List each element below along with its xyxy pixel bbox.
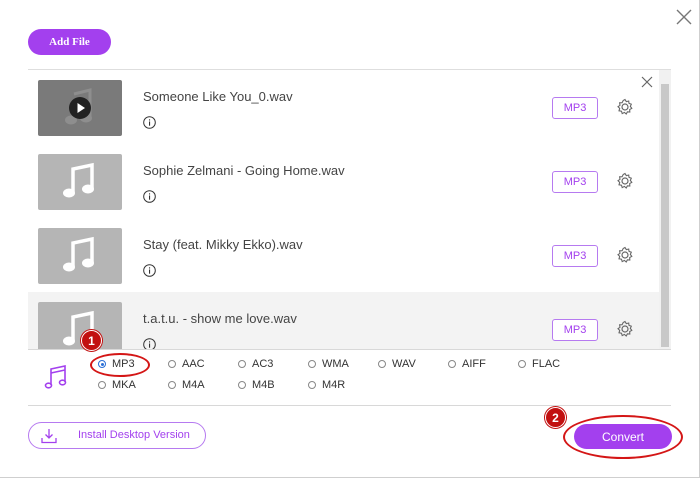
info-icon[interactable] <box>143 116 156 129</box>
output-format-button[interactable]: MP3 <box>552 245 598 267</box>
radio-button[interactable] <box>238 360 246 368</box>
file-row: Sophie Zelmani - Going Home.wav MP3 <box>28 144 659 219</box>
format-option-wma[interactable]: WMA <box>308 358 349 370</box>
format-option-wav[interactable]: WAV <box>378 358 416 370</box>
file-name: Sophie Zelmani - Going Home.wav <box>143 163 345 178</box>
format-option-m4a[interactable]: M4A <box>168 379 205 391</box>
output-format-button[interactable]: MP3 <box>552 319 598 341</box>
download-icon <box>41 429 57 444</box>
gear-icon[interactable] <box>616 246 634 264</box>
gear-icon[interactable] <box>616 320 634 338</box>
close-icon[interactable] <box>675 8 693 26</box>
info-icon[interactable] <box>143 190 156 203</box>
gear-icon[interactable] <box>616 172 634 190</box>
output-format-button[interactable]: MP3 <box>552 171 598 193</box>
radio-button[interactable] <box>238 381 246 389</box>
annotation-highlight <box>90 353 150 377</box>
format-option-flac[interactable]: FLAC <box>518 358 560 370</box>
format-option-m4r[interactable]: M4R <box>308 379 345 391</box>
music-note-icon <box>63 162 94 198</box>
annotation-highlight <box>563 415 683 459</box>
format-option-ac3[interactable]: AC3 <box>238 358 273 370</box>
radio-button[interactable] <box>308 381 316 389</box>
file-thumbnail <box>38 80 122 136</box>
install-label: Install Desktop Version <box>78 429 190 441</box>
close-icon[interactable] <box>641 76 653 88</box>
install-desktop-button[interactable]: Install Desktop Version <box>28 422 206 449</box>
format-option-aiff[interactable]: AIFF <box>448 358 486 370</box>
file-thumbnail <box>38 154 122 210</box>
format-option-mka[interactable]: MKA <box>98 379 136 391</box>
radio-button[interactable] <box>448 360 456 368</box>
radio-button[interactable] <box>518 360 526 368</box>
radio-button[interactable] <box>378 360 386 368</box>
info-icon[interactable] <box>143 264 156 277</box>
play-icon[interactable] <box>68 96 92 120</box>
music-note-icon <box>44 365 67 389</box>
annotation-step-badge: 2 <box>545 407 566 428</box>
file-name: Stay (feat. Mikky Ekko).wav <box>143 237 303 252</box>
file-thumbnail <box>38 302 122 350</box>
format-option-aac[interactable]: AAC <box>168 358 205 370</box>
file-row: Someone Like You_0.wav MP3 <box>28 70 659 145</box>
file-row: t.a.t.u. - show me love.wav MP3 <box>28 292 659 350</box>
file-name: Someone Like You_0.wav <box>143 89 293 104</box>
add-file-button[interactable]: Add File <box>28 29 111 55</box>
file-thumbnail <box>38 228 122 284</box>
format-option-m4b[interactable]: M4B <box>238 379 275 391</box>
radio-button[interactable] <box>168 360 176 368</box>
file-row: Stay (feat. Mikky Ekko).wav MP3 <box>28 218 659 293</box>
music-note-icon <box>63 310 94 346</box>
radio-button[interactable] <box>168 381 176 389</box>
annotation-step-badge: 1 <box>81 330 102 351</box>
gear-icon[interactable] <box>616 98 634 116</box>
scrollbar-thumb[interactable] <box>661 84 669 347</box>
output-format-button[interactable]: MP3 <box>552 97 598 119</box>
radio-button[interactable] <box>308 360 316 368</box>
radio-button[interactable] <box>98 381 106 389</box>
music-note-icon <box>63 236 94 272</box>
file-name: t.a.t.u. - show me love.wav <box>143 311 297 326</box>
file-list: Someone Like You_0.wav MP3 Sophie Zelman… <box>28 69 671 350</box>
